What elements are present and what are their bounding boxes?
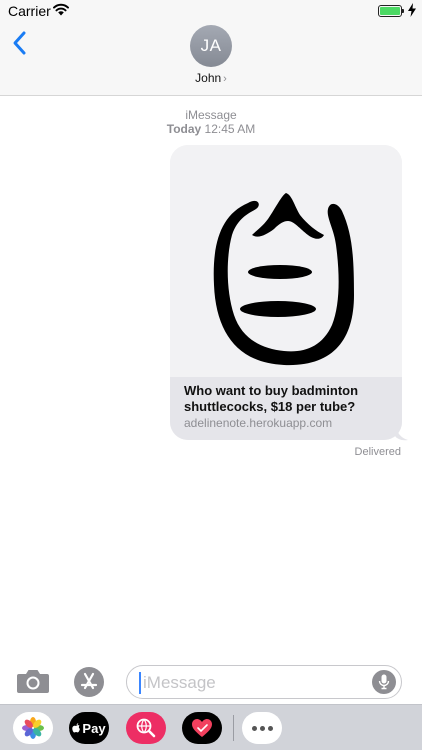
- globe-search-icon: [136, 718, 156, 738]
- charging-bolt-icon: [408, 3, 416, 17]
- app-drawer: Pay: [0, 704, 422, 750]
- camera-button[interactable]: [16, 667, 50, 695]
- microphone-button[interactable]: [372, 670, 396, 694]
- more-icon: [250, 725, 274, 731]
- digital-touch-app-button[interactable]: [182, 712, 222, 744]
- contact-name: John: [195, 71, 222, 85]
- link-info: Who want to buy badminton shuttlecocks, …: [170, 377, 402, 440]
- battery-icon: [378, 5, 404, 17]
- chevron-right-icon: ›: [223, 73, 227, 85]
- timestamp-time: 12:45 AM: [204, 122, 256, 136]
- shuttlecock-logo-icon: [213, 193, 354, 366]
- more-apps-button[interactable]: [242, 712, 282, 744]
- app-drawer-divider: [233, 715, 234, 741]
- message-input[interactable]: [139, 672, 359, 694]
- timestamp-day: Today: [166, 122, 202, 136]
- apple-pay-icon: [72, 722, 81, 732]
- status-bar: Carrier: [0, 0, 422, 22]
- link-preview-image: [170, 145, 402, 377]
- delivery-status: Delivered: [354, 446, 401, 458]
- message-input-field[interactable]: [126, 665, 402, 699]
- link-domain: adelinenote.herokuapp.com: [184, 416, 333, 430]
- microphone-icon: [378, 674, 390, 690]
- apple-pay-app-button[interactable]: Pay: [69, 712, 109, 744]
- app-store-icon: [74, 667, 104, 697]
- link-title: Who want to buy badminton shuttlecocks, …: [184, 383, 359, 414]
- photos-app-button[interactable]: [13, 712, 53, 744]
- app-store-button[interactable]: [72, 666, 106, 698]
- chevron-left-icon: [13, 31, 26, 55]
- avatar[interactable]: JA: [190, 25, 232, 67]
- camera-icon: [17, 670, 49, 693]
- service-label: iMessage: [185, 108, 237, 122]
- battery-level: [380, 7, 400, 15]
- search-app-button[interactable]: [126, 712, 166, 744]
- bubble-tail: [395, 425, 408, 441]
- heart-icon: [192, 719, 212, 737]
- timestamp: Today 12:45 AM: [0, 122, 422, 136]
- link-message-bubble[interactable]: Who want to buy badminton shuttlecocks, …: [170, 145, 402, 440]
- back-button[interactable]: [10, 30, 30, 56]
- wifi-icon: [53, 3, 69, 16]
- carrier-label: Carrier: [8, 3, 51, 19]
- apple-pay-label: Pay: [82, 720, 106, 736]
- contact-name-button[interactable]: John ›: [0, 71, 422, 85]
- photos-icon: [22, 717, 44, 739]
